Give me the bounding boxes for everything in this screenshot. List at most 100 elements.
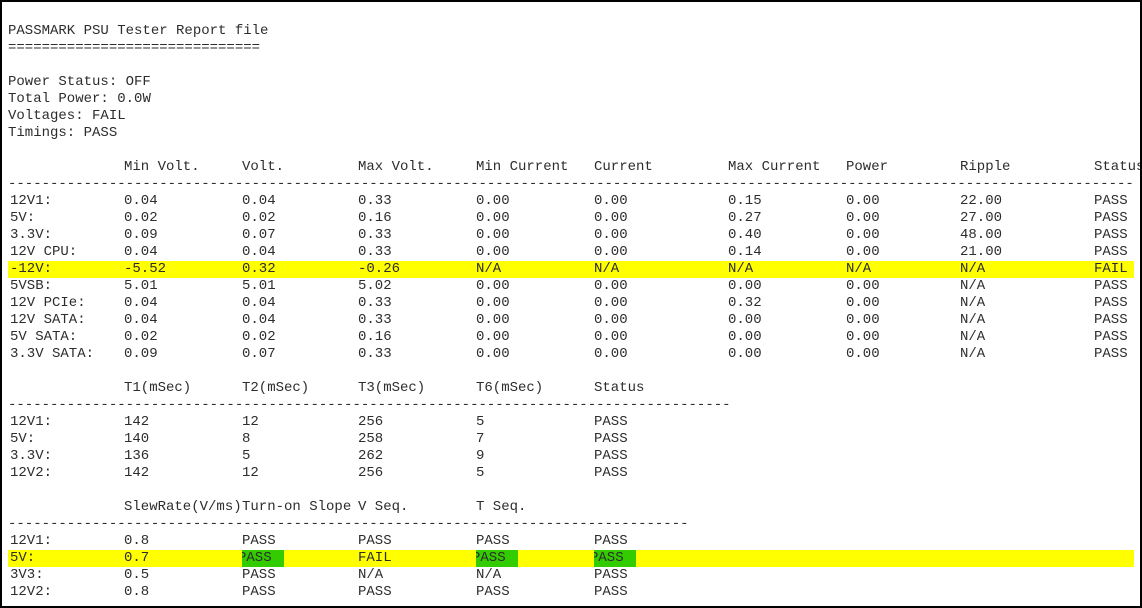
cell-status: PASS — [1094, 295, 1142, 312]
cell-t2: 12 — [242, 465, 358, 482]
cell-label: 3.3V SATA: — [8, 346, 124, 363]
cell-vseq: N/A — [358, 567, 476, 584]
cell-tseq: N/A — [476, 567, 594, 584]
cell-label: 5V: — [8, 210, 124, 227]
cell-ripple: N/A — [960, 278, 1094, 295]
cell-minc: 0.00 — [476, 210, 594, 227]
cell-t3: 256 — [358, 465, 476, 482]
cell-ripple: N/A — [960, 329, 1094, 346]
table3-row: 5V:0.7PASSFAILPASSPASS — [8, 550, 1134, 567]
cell-status: FAIL — [1094, 261, 1142, 278]
cell-curr: 0.00 — [594, 329, 728, 346]
cell-turn: PASS — [242, 584, 358, 601]
cell-curr: 0.00 — [594, 210, 728, 227]
table3-row: 3V3:0.5PASSN/AN/APASS — [8, 567, 1134, 584]
cell-status: PASS — [1094, 329, 1142, 346]
cell-status: PASS — [594, 431, 694, 448]
cell-tseq: PASS — [476, 584, 594, 601]
cell-curr: 0.00 — [594, 227, 728, 244]
cell-status: PASS — [1094, 346, 1142, 363]
cell-maxc: 0.14 — [728, 244, 846, 261]
cell-maxv: -0.26 — [358, 261, 476, 278]
table1-header: Min Volt.Volt.Max Volt.Min CurrentCurren… — [8, 159, 1134, 176]
cell-minv: 0.04 — [124, 193, 242, 210]
cell-volt: 0.04 — [242, 312, 358, 329]
cell-maxv: 5.02 — [358, 278, 476, 295]
cell-volt: 5.01 — [242, 278, 358, 295]
cell-extra: PASS — [594, 550, 674, 567]
cell-minc: 0.00 — [476, 346, 594, 363]
table1-row: 3.3V SATA:0.090.070.330.000.000.000.00N/… — [8, 346, 1134, 363]
cell-label: 3.3V: — [8, 448, 124, 465]
cell-status: PASS — [1094, 210, 1142, 227]
cell-maxv: 0.33 — [358, 295, 476, 312]
cell-minv: 0.09 — [124, 227, 242, 244]
cell-label: 12V2: — [8, 465, 124, 482]
cell-label: 12V PCIe: — [8, 295, 124, 312]
cell-volt: 0.02 — [242, 329, 358, 346]
table1-divider: ----------------------------------------… — [8, 176, 1134, 193]
table1-row: 12V CPU:0.040.040.330.000.000.140.0021.0… — [8, 244, 1134, 261]
cell-maxv: 0.33 — [358, 227, 476, 244]
cell-status: PASS — [1094, 244, 1142, 261]
cell-vseq: FAIL — [358, 550, 476, 567]
cell-t3: 256 — [358, 414, 476, 431]
cell-maxv: 0.33 — [358, 244, 476, 261]
cell-ripple: N/A — [960, 312, 1094, 329]
report-title: PASSMARK PSU Tester Report file — [8, 23, 268, 39]
cell-t1: 136 — [124, 448, 242, 465]
cell-status: PASS — [1094, 312, 1142, 329]
cell-label: -12V: — [8, 261, 124, 278]
cell-minc: 0.00 — [476, 295, 594, 312]
cell-label: 5VSB: — [8, 278, 124, 295]
cell-status: PASS — [594, 465, 694, 482]
cell-power: 0.00 — [846, 278, 960, 295]
cell-label: 12V1: — [8, 193, 124, 210]
cell-minc: N/A — [476, 261, 594, 278]
cell-turn: PASS — [242, 567, 358, 584]
cell-slew: 0.8 — [124, 533, 242, 550]
cell-volt: 0.04 — [242, 193, 358, 210]
cell-label: 5V SATA: — [8, 329, 124, 346]
cell-turn: PASS — [242, 533, 358, 550]
cell-maxv: 0.33 — [358, 193, 476, 210]
cell-power: 0.00 — [846, 244, 960, 261]
cell-maxc: 0.00 — [728, 329, 846, 346]
cell-t6: 7 — [476, 431, 594, 448]
cell-maxc: 0.15 — [728, 193, 846, 210]
table1-row: 5VSB:5.015.015.020.000.000.000.00N/APASS — [8, 278, 1134, 295]
cell-label: 12V SATA: — [8, 312, 124, 329]
cell-curr: 0.00 — [594, 346, 728, 363]
cell-curr: 0.00 — [594, 244, 728, 261]
cell-slew: 0.7 — [124, 550, 242, 567]
cell-minv: 0.02 — [124, 329, 242, 346]
cell-t6: 5 — [476, 465, 594, 482]
table1-row: 12V SATA:0.040.040.330.000.000.000.00N/A… — [8, 312, 1134, 329]
table1-row: 5V:0.020.020.160.000.000.270.0027.00PASS — [8, 210, 1134, 227]
cell-t1: 140 — [124, 431, 242, 448]
cell-minv: 0.04 — [124, 295, 242, 312]
cell-maxc: 0.40 — [728, 227, 846, 244]
cell-label: 12V2: — [8, 584, 124, 601]
cell-volt: 0.32 — [242, 261, 358, 278]
cell-maxv: 0.16 — [358, 210, 476, 227]
table2-divider: ----------------------------------------… — [8, 397, 1134, 414]
cell-ripple: 27.00 — [960, 210, 1094, 227]
cell-minc: 0.00 — [476, 312, 594, 329]
cell-maxv: 0.33 — [358, 312, 476, 329]
table1-row: 12V1:0.040.040.330.000.000.150.0022.00PA… — [8, 193, 1134, 210]
cell-t3: 262 — [358, 448, 476, 465]
cell-minv: 5.01 — [124, 278, 242, 295]
table3-header: SlewRate(V/ms)Turn-on SlopeV Seq.T Seq. — [8, 499, 1134, 516]
cell-ripple: N/A — [960, 261, 1094, 278]
cell-status: PASS — [1094, 278, 1142, 295]
cell-power: 0.00 — [846, 329, 960, 346]
power-status-line: Power Status: OFF — [8, 74, 151, 90]
cell-extra: PASS — [594, 584, 674, 601]
cell-label: 5V: — [8, 431, 124, 448]
table1-row: -12V:-5.520.32-0.26N/AN/AN/AN/AN/AFAIL — [8, 261, 1134, 278]
cell-vseq: PASS — [358, 584, 476, 601]
cell-label: 3V3: — [8, 567, 124, 584]
cell-label: 12V1: — [8, 533, 124, 550]
cell-ripple: 48.00 — [960, 227, 1094, 244]
